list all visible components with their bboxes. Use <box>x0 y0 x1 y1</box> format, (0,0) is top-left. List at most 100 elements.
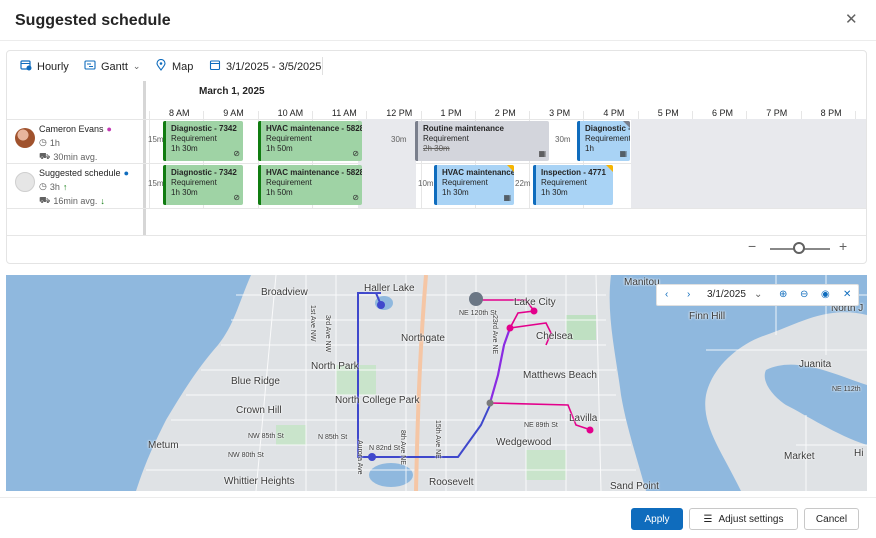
booking-type: Requirement <box>266 178 312 187</box>
travel-time: 15m <box>148 179 164 188</box>
map-label-matthews_beach: Matthews Beach <box>523 370 597 381</box>
hour-label: 6 PM <box>712 108 734 118</box>
map-label-ave1: 1st Ave NW <box>309 305 316 342</box>
booking-type: Requirement <box>442 178 488 187</box>
corner-flag <box>623 121 630 128</box>
booking-title: Diagnostic - 7342 <box>171 124 237 133</box>
map-button[interactable]: Map <box>154 58 194 74</box>
booking-title: Diagnostic - 7342 <box>171 168 237 177</box>
chevron-left-icon[interactable]: ‹ <box>665 289 668 300</box>
hour-label: 12 PM <box>386 108 413 118</box>
route-map[interactable]: Broadview Haller Lake Lake City Chelsea Nort… <box>6 275 867 491</box>
clock-icon: ◷ <box>39 181 47 191</box>
booking-title: HVAC maintenance - 5828 <box>266 168 362 177</box>
booking-block[interactable]: Diagnostic - 7342 Requirement 1h 30m ⊘ <box>163 165 243 205</box>
schedule-toolbar: Hourly Gantt ⌄ Map 3/1/2025 - 3/5/2025 <box>7 51 866 81</box>
map-pin-icon: ● <box>123 168 129 178</box>
map-date[interactable]: 3/1/2025 <box>707 289 746 300</box>
zoom-in-button[interactable]: + <box>839 238 847 254</box>
eye-icon[interactable]: ◉ <box>821 289 830 300</box>
travel-time: 22m <box>515 179 531 188</box>
map-label-ave15: 15th Ave NE <box>434 420 441 459</box>
map-label-ave8: 8th Ave NE <box>399 430 406 465</box>
booking-block[interactable]: Diagnostic - Requirement 1h ▦ <box>577 121 630 161</box>
map-label-blue_ridge: Blue Ridge <box>231 376 280 387</box>
map-label: Map <box>172 60 194 73</box>
zoom-out-icon[interactable]: ⊖ <box>800 289 808 300</box>
sliders-icon: ☰ <box>703 513 713 525</box>
map-label-north_park: North Park <box>311 361 359 372</box>
car-icon: ⛟ <box>39 151 51 161</box>
booking-title: HVAC maintenance <box>442 168 514 177</box>
cancel-button[interactable]: Cancel <box>804 508 859 530</box>
chevron-down-icon[interactable]: ⌄ <box>754 289 762 300</box>
booking-type: Requirement <box>585 134 630 143</box>
row-divider <box>7 235 866 236</box>
gantt-label: Gantt <box>101 60 128 73</box>
booking-type: Requirement <box>171 134 217 143</box>
hour-label: 8 PM <box>820 108 842 118</box>
chevron-right-icon[interactable]: › <box>687 289 690 300</box>
booking-block[interactable]: HVAC maintenance - 5828 Requirement 1h 5… <box>258 165 362 205</box>
adjust-settings-label: Adjust settings <box>718 513 784 525</box>
map-label-aurora: Aurora Ave <box>356 440 363 475</box>
map-label-haller_lake: Haller Lake <box>364 283 415 294</box>
hour-label: 2 PM <box>494 108 516 118</box>
map-label-ave23: 23rd Ave NE <box>491 315 498 355</box>
hourly-button[interactable]: Hourly <box>19 59 69 74</box>
booking-duration: 1h 50m <box>266 188 293 197</box>
booking-type: Requirement <box>541 178 587 187</box>
hour-label: 8 AM <box>169 108 190 118</box>
map-label-roosevelt: Roosevelt <box>429 477 474 488</box>
header-divider <box>0 40 876 41</box>
booking-block[interactable]: Routine maintenance Requirement 2h 30m ▦ <box>415 121 549 161</box>
map-label-metum: Metum <box>148 440 179 451</box>
map-label-market: Market <box>784 451 815 462</box>
zoom-out-button[interactable]: − <box>748 238 756 254</box>
arrow-down-icon: ↓ <box>100 196 105 206</box>
unavailable-zone <box>631 119 866 208</box>
date-range-picker[interactable]: 3/1/2025 - 3/5/2025 <box>208 59 321 74</box>
booking-block[interactable]: HVAC maintenance Requirement 1h 30m ▦ <box>434 165 514 205</box>
map-label-ave3: 3rd Ave NW <box>324 315 331 353</box>
apply-button[interactable]: Apply <box>631 508 683 530</box>
map-label-nw80: NW 80th St <box>228 452 264 459</box>
timeline-date: March 1, 2025 <box>199 86 265 97</box>
gantt-dropdown[interactable]: Gantt ⌄ <box>83 59 140 74</box>
map-label-finn_hill: Finn Hill <box>689 311 726 322</box>
booking-block[interactable]: HVAC maintenance - 5828 Requirement 1h 5… <box>258 121 362 161</box>
booking-type: Requirement <box>423 134 469 143</box>
hour-label: 11 AM <box>331 108 357 118</box>
map-label-juanita: Juanita <box>799 359 832 370</box>
schedule-board: Hourly Gantt ⌄ Map 3/1/2025 - 3/5/2025 M… <box>6 50 867 264</box>
zoom-in-icon[interactable]: ⊕ <box>779 289 787 300</box>
corner-flag <box>606 165 613 172</box>
unavailable-zone <box>358 119 416 208</box>
map-pin-icon: ● <box>106 124 112 134</box>
travel-time: 30m <box>391 135 407 144</box>
map-label-manitou: Manitou <box>624 277 660 288</box>
map-label-sand_point: Sand Point <box>610 481 659 491</box>
hour-label: 1 PM <box>440 108 462 118</box>
map-label-nw85: NW 85th St <box>248 433 284 440</box>
map-label-broadview: Broadview <box>261 287 308 298</box>
hourly-label: Hourly <box>37 60 69 73</box>
gantt-icon <box>83 59 96 74</box>
booking-block[interactable]: Inspection - 4771 Requirement 1h 30m <box>533 165 613 205</box>
travel-time: 30m <box>555 135 571 144</box>
map-label-lavilla: Lavilla <box>569 413 598 424</box>
close-icon[interactable]: ✕ <box>843 289 851 300</box>
close-icon[interactable]: ✕ <box>845 12 858 28</box>
arrow-up-icon: ↑ <box>62 181 68 192</box>
zoom-slider-thumb[interactable] <box>793 242 805 254</box>
check-circle-icon: ⊘ <box>233 193 240 202</box>
map-label-crown_hill: Crown Hill <box>236 405 282 416</box>
hour-label: 4 PM <box>603 108 625 118</box>
resource-cameron-evans[interactable]: Cameron Evans ● ◷ 1h ⛟ 30min avg. <box>39 124 112 163</box>
chevron-down-icon: ⌄ <box>132 61 141 71</box>
map-controls: ‹ › 3/1/2025 ⌄ ⊕ ⊖ ◉ ✕ <box>656 284 859 306</box>
booking-type: Requirement <box>171 178 217 187</box>
resource-suggested-schedule[interactable]: Suggested schedule ● ◷ 3h ↑ ⛟ 16min avg. ↓ <box>39 168 129 207</box>
booking-block[interactable]: Diagnostic - 7342 Requirement 1h 30m ⊘ <box>163 121 243 161</box>
adjust-settings-button[interactable]: ☰ Adjust settings <box>689 508 798 530</box>
